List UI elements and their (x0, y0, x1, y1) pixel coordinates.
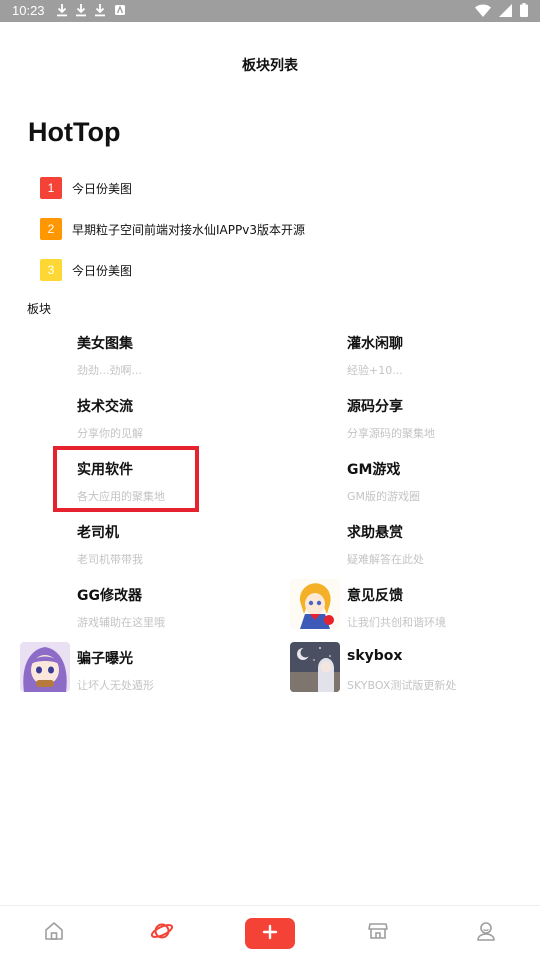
board-name: 求助悬赏 (347, 525, 403, 541)
board-item-chat[interactable]: 灌水闲聊 经验+10... (347, 333, 540, 388)
hot-item[interactable]: 1 今日份美图 (40, 177, 132, 199)
board-name: 意见反馈 (347, 588, 403, 604)
board-item-help-bounty[interactable]: 求助悬赏 疑难解答在此处 (347, 522, 540, 577)
board-desc: 疑难解答在此处 (347, 553, 424, 566)
status-bar: 10:23 (0, 0, 540, 22)
board-item-tech[interactable]: 技术交流 分享你的见解 (77, 396, 317, 451)
hot-item[interactable]: 3 今日份美图 (40, 259, 132, 281)
board-desc: 分享你的见解 (77, 427, 143, 440)
app-notification-icon (114, 3, 126, 17)
board-item-scam-exposure[interactable]: 骗子曝光 让坏人无处遁形 (20, 642, 317, 703)
home-icon (43, 920, 65, 946)
board-desc: 让我们共创和谐环境 (347, 616, 446, 629)
board-name: 技术交流 (77, 399, 133, 415)
board-desc: 经验+10... (347, 364, 403, 377)
store-icon (367, 920, 389, 946)
board-name: skybox (347, 648, 403, 664)
plus-icon (262, 924, 278, 944)
highlight-box (53, 446, 199, 512)
hot-item-title: 今日份美图 (72, 181, 133, 196)
signal-icon (499, 2, 512, 21)
rank-badge: 3 (40, 259, 62, 281)
section-label: 板块 (27, 302, 52, 316)
board-item-gm-games[interactable]: GM游戏 GM版的游戏圈 (347, 459, 540, 514)
rank-badge: 2 (40, 218, 62, 240)
wifi-icon (475, 2, 491, 21)
board-desc: GM版的游戏圈 (347, 490, 421, 503)
board-thumbnail (290, 579, 340, 629)
board-item-gg-modifier[interactable]: GG修改器 游戏辅助在这里哦 (77, 585, 317, 640)
create-post-button[interactable] (245, 918, 295, 949)
hot-item-title: 早期粒子空间前端对接水仙IAPPv3版本开源 (72, 222, 305, 237)
nav-home[interactable] (39, 918, 69, 948)
board-thumbnail (290, 642, 340, 692)
board-desc: 让坏人无处遁形 (77, 679, 154, 692)
nav-store[interactable] (363, 918, 393, 948)
bottom-nav (0, 905, 540, 960)
board-desc: 老司机带带我 (77, 553, 143, 566)
download-icon (56, 3, 68, 17)
rank-badge: 1 (40, 177, 62, 199)
hot-item-title: 今日份美图 (72, 263, 133, 278)
status-time: 10:23 (12, 3, 45, 18)
board-name: 骗子曝光 (77, 651, 133, 667)
download-icon (94, 3, 106, 17)
board-desc: 游戏辅助在这里哦 (77, 616, 165, 629)
board-name: 灌水闲聊 (347, 336, 403, 352)
planet-icon (150, 919, 174, 947)
board-item-skybox[interactable]: skybox SKYBOX测试版更新处 (290, 642, 540, 703)
download-icon (75, 3, 87, 17)
board-desc: 劲劲...劲啊... (77, 364, 142, 377)
board-thumbnail (20, 642, 70, 692)
board-name: 美女图集 (77, 336, 133, 352)
nav-profile[interactable] (471, 918, 501, 948)
nav-boards[interactable] (147, 918, 177, 948)
board-item-old-driver[interactable]: 老司机 老司机带带我 (77, 522, 317, 577)
board-name: 源码分享 (347, 399, 403, 415)
hot-item[interactable]: 2 早期粒子空间前端对接水仙IAPPv3版本开源 (40, 218, 305, 240)
board-item-beauty-gallery[interactable]: 美女图集 劲劲...劲啊... (77, 333, 317, 388)
board-desc: 分享源码的聚集地 (347, 427, 435, 440)
board-desc: SKYBOX测试版更新处 (347, 679, 457, 692)
board-name: GM游戏 (347, 462, 401, 478)
page-title: 板块列表 (242, 58, 298, 74)
battery-icon (520, 2, 528, 21)
board-name: GG修改器 (77, 588, 142, 604)
board-item-feedback[interactable]: 意见反馈 让我们共创和谐环境 (290, 579, 540, 640)
board-item-source-code[interactable]: 源码分享 分享源码的聚集地 (347, 396, 540, 451)
profile-icon (475, 920, 497, 946)
board-name: 老司机 (77, 525, 119, 541)
hottop-heading: HotTop (28, 117, 121, 147)
